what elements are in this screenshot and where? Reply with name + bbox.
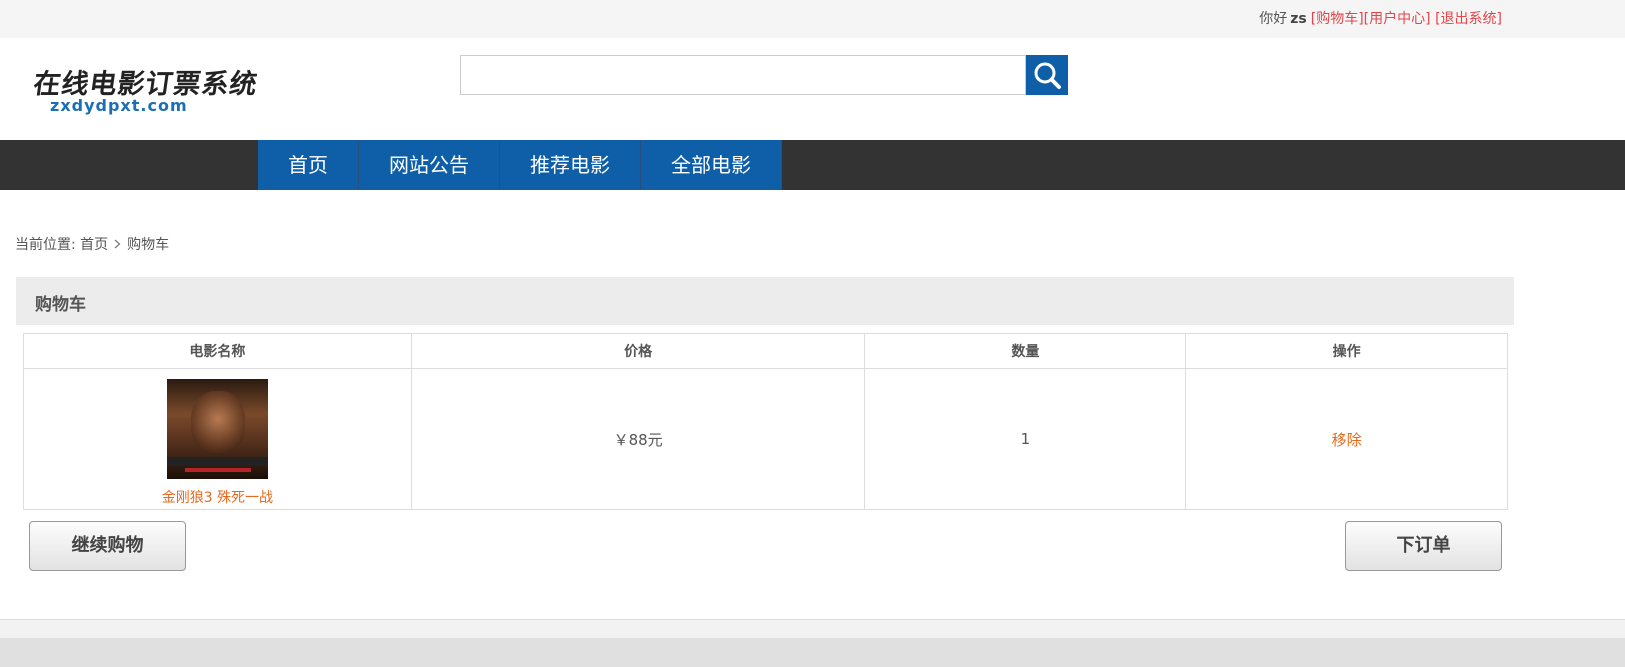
search-button[interactable] xyxy=(1026,55,1068,95)
logo-domain: zxdydpxt.com xyxy=(50,96,188,115)
movie-poster[interactable] xyxy=(166,378,268,479)
column-header-price: 价格 xyxy=(410,333,866,369)
remove-button[interactable]: 移除 xyxy=(1332,431,1362,449)
nav-item-home[interactable]: 首页 xyxy=(258,140,359,190)
table-header-row: 电影名称 价格 数量 操作 xyxy=(23,333,1508,369)
column-header-quantity: 数量 xyxy=(864,333,1187,369)
search-icon xyxy=(1034,62,1061,89)
user-links: 你好 zs [购物车][用户中心] [退出系统] xyxy=(1259,8,1502,28)
breadcrumb-home[interactable]: 首页 xyxy=(80,237,108,253)
cell-movie: 金刚狼3 殊死一战 xyxy=(23,368,412,510)
breadcrumb-prefix: 当前位置: xyxy=(15,237,76,253)
movie-name-link[interactable]: 金刚狼3 殊死一战 xyxy=(24,487,411,507)
chevron-right-icon xyxy=(114,237,121,253)
site-logo[interactable]: 在线电影订票系统 zxdydpxt.com xyxy=(31,62,259,116)
panel-title: 购物车 xyxy=(35,295,86,315)
nav-item-recommended[interactable]: 推荐电影 xyxy=(500,140,641,190)
main-nav: 首页 网站公告 推荐电影 全部电影 xyxy=(0,140,1625,190)
cart-table: 电影名称 价格 数量 操作 金刚狼3 殊死一战 ￥88元 1 移除 xyxy=(23,333,1508,510)
cell-quantity: 1 xyxy=(864,368,1187,510)
nav-item-announcements[interactable]: 网站公告 xyxy=(359,140,500,190)
breadcrumb-current: 购物车 xyxy=(127,237,170,253)
footer-top xyxy=(0,620,1625,638)
header: 在线电影订票系统 zxdydpxt.com xyxy=(0,38,1625,140)
table-row: 金刚狼3 殊死一战 ￥88元 1 移除 xyxy=(23,368,1508,510)
top-bar: 你好 zs [购物车][用户中心] [退出系统] xyxy=(0,0,1625,38)
place-order-button[interactable]: 下订单 xyxy=(1345,521,1502,571)
cell-action: 移除 xyxy=(1185,368,1508,510)
nav-items: 首页 网站公告 推荐电影 全部电影 xyxy=(258,140,782,190)
footer-bottom xyxy=(0,638,1625,667)
nav-item-all-movies[interactable]: 全部电影 xyxy=(641,140,782,190)
search-input[interactable] xyxy=(460,55,1026,95)
logout-link[interactable]: [退出系统] xyxy=(1435,11,1502,27)
search-box xyxy=(460,55,1068,95)
user-center-link[interactable]: [用户中心] xyxy=(1364,11,1431,27)
continue-shopping-button[interactable]: 继续购物 xyxy=(29,521,186,571)
greeting-text: 你好 xyxy=(1259,11,1288,27)
cart-link[interactable]: [购物车] xyxy=(1311,11,1364,27)
column-header-action: 操作 xyxy=(1185,333,1508,369)
username: zs xyxy=(1290,11,1307,27)
cart-panel-header: 购物车 xyxy=(16,277,1514,325)
cell-price: ￥88元 xyxy=(410,368,866,510)
column-header-name: 电影名称 xyxy=(23,333,412,369)
breadcrumb: 当前位置: 首页 购物车 xyxy=(15,234,169,254)
